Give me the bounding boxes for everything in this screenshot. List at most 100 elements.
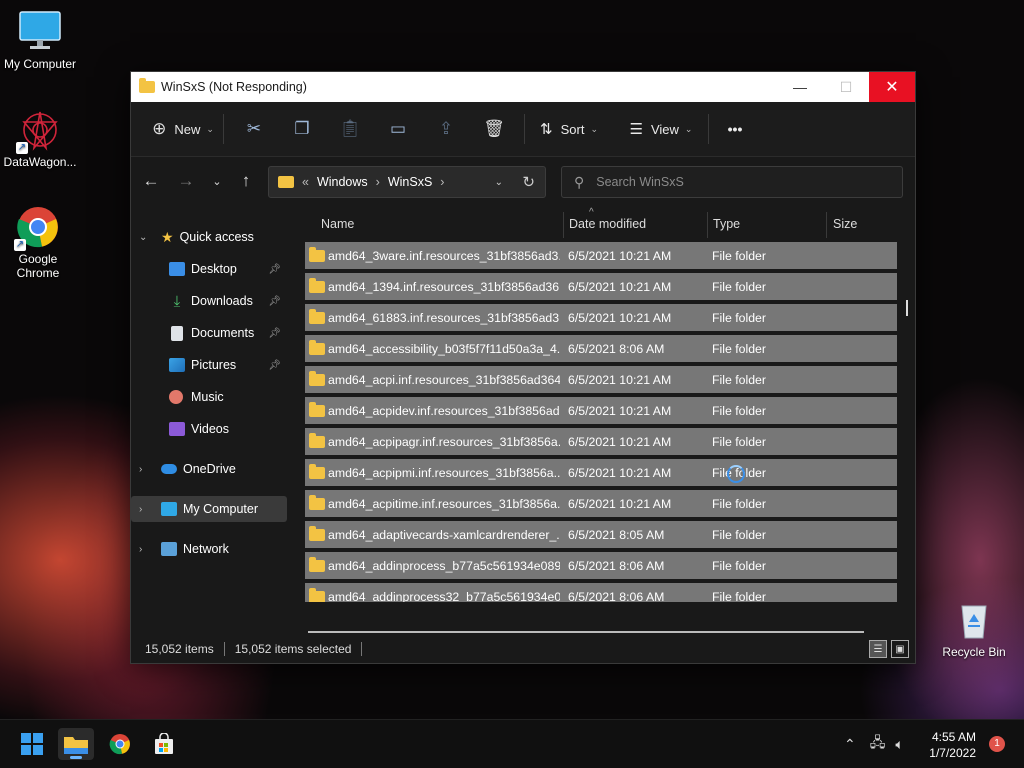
breadcrumb-winsxs[interactable]: WinSxS	[388, 175, 432, 189]
file-name: amd64_acpipmi.inf.resources_31bf3856a...	[328, 465, 560, 480]
file-date: 6/5/2021 10:21 AM	[568, 372, 672, 387]
start-button[interactable]	[14, 728, 50, 760]
table-row[interactable]: amd64_acpidev.inf.resources_31bf3856ad..…	[305, 397, 897, 424]
file-date: 6/5/2021 8:06 AM	[568, 558, 665, 573]
refresh-icon[interactable]: ↻	[522, 173, 535, 191]
column-date-modified[interactable]: Date modified	[569, 217, 646, 231]
recent-locations-button[interactable]: ⌄	[205, 169, 229, 193]
forward-button[interactable]: →	[174, 169, 198, 193]
table-row[interactable]: amd64_61883.inf.resources_31bf3856ad3...…	[305, 304, 897, 331]
new-button[interactable]: ⊕ New ⌄	[149, 112, 217, 146]
up-button[interactable]: ↑	[234, 169, 258, 193]
chevron-down-icon[interactable]: ⌄	[495, 177, 503, 188]
taskbar-store[interactable]	[146, 728, 182, 760]
nav-item-desktop[interactable]: Desktop 📌︎	[131, 256, 287, 282]
column-divider[interactable]	[826, 212, 827, 238]
table-row[interactable]: amd64_acpipmi.inf.resources_31bf3856a...…	[305, 459, 897, 486]
column-divider[interactable]	[563, 212, 564, 238]
chevron-right-icon[interactable]: ›	[139, 544, 142, 555]
table-row[interactable]: amd64_acpitime.inf.resources_31bf3856a..…	[305, 490, 897, 517]
column-type[interactable]: Type	[713, 217, 740, 231]
view-button[interactable]: ☰ View ⌄	[620, 112, 702, 146]
nav-onedrive[interactable]: › OneDrive	[131, 456, 287, 482]
cut-button[interactable]: ✂	[230, 112, 278, 146]
network-icon[interactable]: 🖧︎	[870, 732, 886, 756]
desktop-icon-recycle-bin[interactable]: Recycle Bin	[934, 598, 1014, 659]
share-icon: ⇪	[438, 119, 454, 138]
pin-icon: 📌︎	[268, 295, 281, 307]
title-bar[interactable]: WinSxS (Not Responding) — ☐ ✕	[131, 72, 915, 102]
desktop-icon-label: My Computer	[3, 57, 77, 71]
column-divider[interactable]	[707, 212, 708, 238]
rename-button[interactable]: ▭	[374, 112, 422, 146]
nav-item-music[interactable]: Music	[131, 384, 287, 410]
table-row[interactable]: amd64_acpi.inf.resources_31bf3856ad364..…	[305, 366, 897, 393]
nav-item-pictures[interactable]: Pictures 📌︎	[131, 352, 287, 378]
breadcrumb-windows[interactable]: Windows	[317, 175, 368, 189]
folder-icon	[309, 246, 325, 262]
nav-label: Music	[191, 390, 224, 404]
more-options-button[interactable]: •••	[715, 112, 755, 146]
table-row[interactable]: amd64_addinprocess_b77a5c561934e089... 6/…	[305, 552, 897, 579]
nav-quick-access[interactable]: ⌄ ★ Quick access	[131, 224, 287, 250]
volume-icon[interactable]: 🔈︎	[895, 736, 903, 753]
clock[interactable]: 4:55 AM 1/7/2022	[929, 729, 976, 761]
search-box[interactable]: ⚲	[561, 166, 903, 198]
vertical-scrollbar[interactable]	[906, 300, 908, 316]
file-name: amd64_addinprocess32_b77a5c561934e0...	[328, 589, 560, 603]
file-type: File folder	[712, 372, 766, 387]
nav-item-videos[interactable]: Videos	[131, 416, 287, 442]
search-input[interactable]	[594, 174, 879, 190]
maximize-button[interactable]: ☐	[823, 72, 869, 102]
paste-icon: 📋︎	[339, 119, 361, 138]
nav-label: Network	[183, 542, 229, 556]
desktop-icon-label: DataWagon...	[3, 155, 77, 169]
nav-my-computer[interactable]: › My Computer	[131, 496, 287, 522]
chevron-right-icon[interactable]: ›	[139, 504, 142, 515]
nav-label: Quick access	[179, 230, 254, 244]
file-date: 6/5/2021 8:06 AM	[568, 589, 665, 603]
paste-button[interactable]: 📋︎	[326, 112, 374, 146]
nav-item-downloads[interactable]: ⤓ Downloads 📌︎	[131, 288, 287, 314]
table-row[interactable]: amd64_3ware.inf.resources_31bf3856ad3...…	[305, 242, 897, 269]
desktop-icon-google-chrome[interactable]: ↗ Google Chrome	[0, 205, 78, 280]
table-row[interactable]: amd64_addinprocess32_b77a5c561934e0... 6/…	[305, 583, 897, 602]
music-icon	[169, 390, 183, 404]
close-button[interactable]: ✕	[869, 72, 915, 102]
desktop-icon-datawagon[interactable]: ↗ DataWagon...	[0, 108, 80, 169]
nav-item-documents[interactable]: Documents 📌︎	[131, 320, 287, 346]
minimize-button[interactable]: —	[777, 72, 823, 102]
address-bar[interactable]: « Windows › WinSxS › ⌄ ↻	[268, 166, 546, 198]
notification-badge[interactable]: 1	[989, 736, 1005, 752]
folder-icon	[309, 556, 325, 572]
share-button[interactable]: ⇪	[422, 112, 470, 146]
table-row[interactable]: amd64_accessibility_b03f5f7f11d50a3a_4..…	[305, 335, 897, 362]
folder-icon	[309, 432, 325, 448]
details-view-button[interactable]: ☰	[869, 640, 887, 658]
folder-icon	[309, 401, 325, 417]
nav-network[interactable]: › Network	[131, 536, 287, 562]
column-name[interactable]: Name	[321, 217, 354, 231]
command-bar: ⊕ New ⌄ ✂ ❐ 📋︎ ▭ ⇪ 🗑︎ ⇅ Sort ⌄ ☰ View ⌄ …	[131, 102, 915, 157]
table-row[interactable]: amd64_acpipagr.inf.resources_31bf3856a..…	[305, 428, 897, 455]
chevron-right-icon[interactable]: ›	[139, 464, 142, 475]
desktop-icon-my-computer[interactable]: My Computer	[0, 10, 80, 71]
table-row[interactable]: amd64_1394.inf.resources_31bf3856ad36...…	[305, 273, 897, 300]
folder-icon	[278, 176, 294, 188]
table-row[interactable]: amd64_adaptivecards-xamlcardrenderer_...…	[305, 521, 897, 548]
delete-button[interactable]: 🗑︎	[470, 112, 518, 146]
column-size[interactable]: Size	[833, 217, 857, 231]
horizontal-scrollbar[interactable]	[308, 631, 864, 633]
copy-button[interactable]: ❐	[278, 112, 326, 146]
back-button[interactable]: ←	[139, 169, 163, 193]
view-label: View	[650, 121, 679, 137]
sort-button[interactable]: ⇅ Sort ⌄	[531, 112, 607, 146]
taskbar-chrome[interactable]	[102, 728, 138, 760]
status-divider	[361, 642, 363, 656]
chevron-up-icon[interactable]: ⌃	[844, 736, 856, 753]
taskbar-file-explorer[interactable]	[58, 728, 94, 760]
breadcrumb-overflow[interactable]: «	[302, 175, 309, 189]
file-type: File folder	[712, 496, 766, 511]
chevron-down-icon[interactable]: ⌄	[139, 232, 147, 243]
large-icons-view-button[interactable]: ▣	[891, 640, 909, 658]
